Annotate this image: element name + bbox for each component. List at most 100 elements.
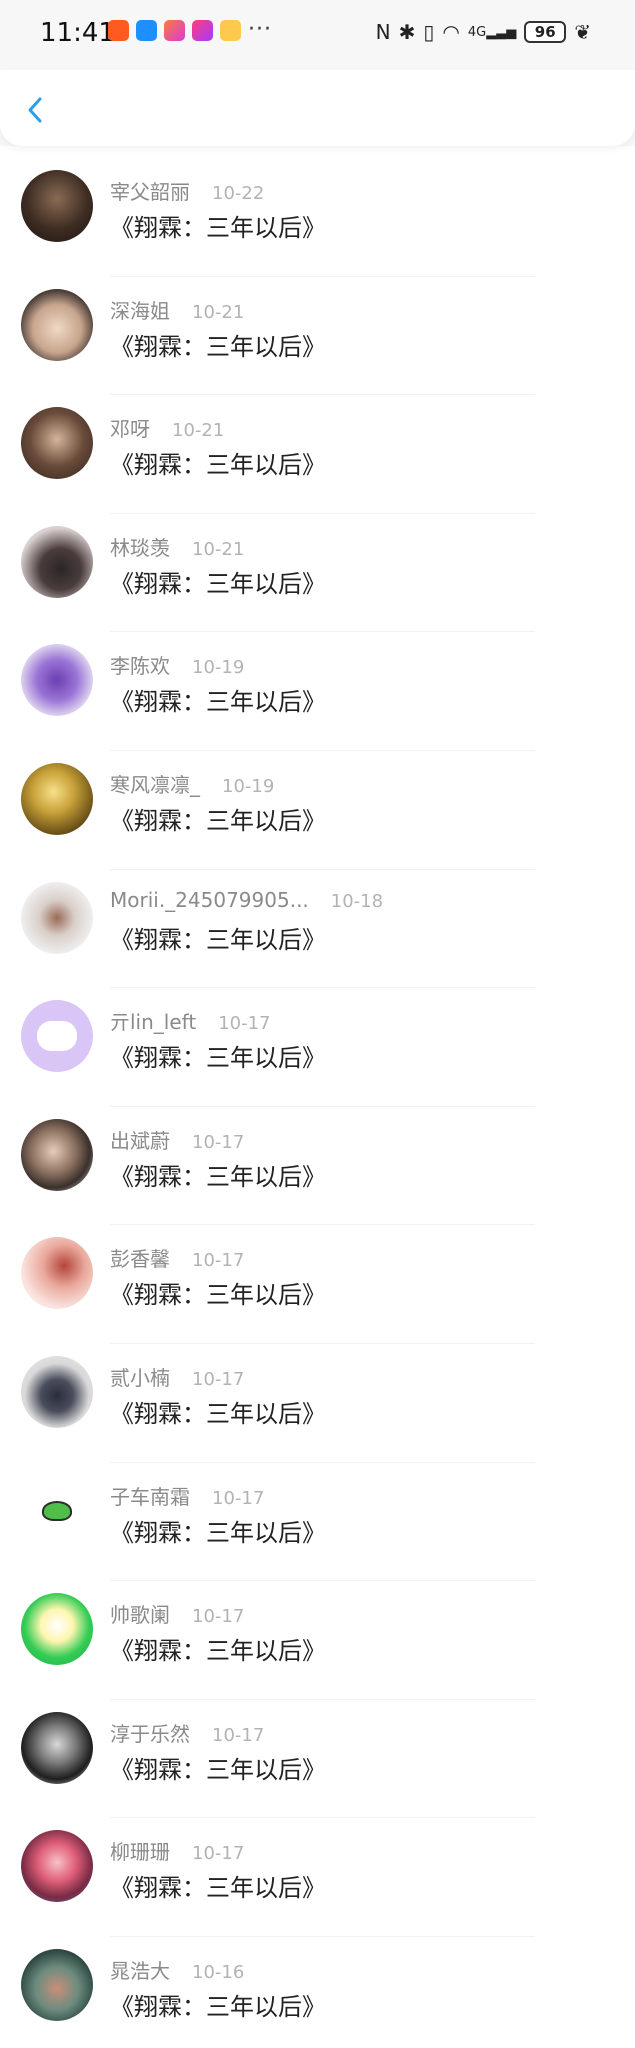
- list-item[interactable]: 帅歌阑 10-17 《翔霖：三年以后》: [0, 1581, 635, 1700]
- item-title[interactable]: 《翔霖：三年以后》: [110, 564, 326, 599]
- nfc-icon: N: [375, 20, 391, 44]
- item-title[interactable]: 《翔霖：三年以后》: [110, 1394, 326, 1429]
- taobao-icon: [108, 20, 129, 41]
- avatar[interactable]: [21, 525, 93, 598]
- avatar[interactable]: [21, 1355, 93, 1428]
- game-icon-2: [192, 20, 213, 41]
- list-item[interactable]: 出斌蔚 10-17 《翔霖：三年以后》: [0, 1107, 635, 1226]
- avatar[interactable]: [21, 170, 93, 242]
- item-title[interactable]: 《翔霖：三年以后》: [110, 208, 326, 243]
- item-title[interactable]: 《翔霖：三年以后》: [110, 920, 326, 955]
- post-date: 10-17: [192, 1843, 245, 1865]
- game-icon: [164, 20, 185, 41]
- list-item[interactable]: 亓lin_left 10-17 《翔霖：三年以后》: [0, 988, 635, 1107]
- list-item[interactable]: 林琰羡 10-21 《翔霖：三年以后》: [0, 514, 635, 633]
- avatar[interactable]: [21, 1948, 93, 2021]
- user-name[interactable]: 帅歌阑: [110, 1599, 170, 1628]
- chat-bubble-icon: [37, 1021, 77, 1052]
- notification-icons: [108, 20, 241, 41]
- list-item[interactable]: 柳珊珊 10-17 《翔霖：三年以后》: [0, 1818, 635, 1937]
- item-title[interactable]: 《翔霖：三年以后》: [110, 1157, 326, 1192]
- user-name[interactable]: 淳于乐然: [110, 1718, 190, 1747]
- item-title[interactable]: 《翔霖：三年以后》: [110, 1038, 326, 1073]
- item-title[interactable]: 《翔霖：三年以后》: [110, 1275, 326, 1310]
- item-title[interactable]: 《翔霖：三年以后》: [110, 1513, 326, 1548]
- vibrate-icon: ▯: [423, 20, 435, 44]
- post-date: 10-17: [192, 1368, 245, 1390]
- list-item[interactable]: 宰父韶丽 10-22 《翔霖：三年以后》: [0, 158, 635, 277]
- post-date: 10-19: [222, 775, 275, 797]
- avatar[interactable]: [21, 1474, 93, 1547]
- user-name[interactable]: 林琰羡: [110, 532, 170, 561]
- post-date: 10-17: [218, 1013, 271, 1035]
- post-date: 10-21: [192, 538, 245, 560]
- avatar[interactable]: [21, 288, 93, 361]
- turtle-icon: [42, 1500, 72, 1521]
- list-item[interactable]: 李陈欢 10-19 《翔霖：三年以后》: [0, 632, 635, 751]
- avatar[interactable]: [21, 1118, 93, 1191]
- post-date: 10-17: [192, 1606, 245, 1628]
- status-bar: 11:41 ··· N ✱ ▯ ◠ 4G▂▃▅ 96 ❦: [0, 0, 635, 70]
- user-name[interactable]: 亓lin_left: [110, 1006, 196, 1035]
- wifi-icon: ◠: [442, 20, 460, 44]
- avatar[interactable]: [21, 1237, 93, 1310]
- top-bar: [0, 70, 635, 146]
- avatar[interactable]: [21, 1830, 93, 1903]
- avatar[interactable]: [21, 1711, 93, 1784]
- top-bar-card: [0, 70, 635, 146]
- list-item[interactable]: 深海姐 10-21 《翔霖：三年以后》: [0, 277, 635, 396]
- list-item[interactable]: 贰小楠 10-17 《翔霖：三年以后》: [0, 1344, 635, 1463]
- back-button[interactable]: [18, 92, 54, 128]
- more-notifications-icon: ···: [248, 17, 272, 42]
- post-date: 10-17: [212, 1487, 265, 1509]
- comment-list: 宰父韶丽 10-22 《翔霖：三年以后》 深海姐 10-21 《翔霖：三年以后》 邓…: [0, 158, 635, 2048]
- item-title[interactable]: 《翔霖：三年以后》: [110, 1750, 326, 1785]
- post-date: 10-17: [212, 1724, 265, 1746]
- post-date: 10-17: [192, 1131, 245, 1153]
- app-icon-5: [220, 20, 241, 41]
- battery-icon: 96: [524, 21, 567, 43]
- item-title[interactable]: 《翔霖：三年以后》: [110, 327, 326, 362]
- avatar[interactable]: [21, 762, 93, 835]
- item-title[interactable]: 《翔霖：三年以后》: [110, 801, 326, 836]
- user-name[interactable]: Morii._245079905...: [110, 888, 309, 912]
- avatar[interactable]: [21, 644, 93, 717]
- status-time: 11:41: [40, 18, 115, 48]
- user-name[interactable]: 邓呀: [110, 413, 150, 442]
- list-item[interactable]: 晁浩大 10-16 《翔霖：三年以后》: [0, 1937, 635, 2048]
- item-title[interactable]: 《翔霖：三年以后》: [110, 445, 326, 480]
- post-date: 10-18: [330, 890, 384, 912]
- user-name[interactable]: 宰父韶丽: [110, 176, 190, 205]
- user-name[interactable]: 柳珊珊: [110, 1836, 170, 1865]
- list-item[interactable]: Morii._245079905... 10-18 《翔霖：三年以后》: [0, 870, 635, 989]
- bluetooth-icon: ✱: [398, 20, 416, 44]
- list-item[interactable]: 彭香馨 10-17 《翔霖：三年以后》: [0, 1225, 635, 1344]
- cloud-icon: [136, 20, 157, 41]
- user-name[interactable]: 贰小楠: [110, 1362, 170, 1391]
- signal-icon: 4G▂▃▅: [467, 24, 517, 40]
- user-name[interactable]: 子车南霜: [110, 1481, 190, 1510]
- leaf-icon: ❦: [574, 20, 591, 44]
- post-date: 10-21: [172, 420, 225, 442]
- user-name[interactable]: 彭香馨: [110, 1243, 170, 1272]
- user-name[interactable]: 李陈欢: [110, 650, 170, 679]
- user-name[interactable]: 寒风凛凛_: [110, 769, 200, 798]
- list-item[interactable]: 寒风凛凛_ 10-19 《翔霖：三年以后》: [0, 751, 635, 870]
- item-title[interactable]: 《翔霖：三年以后》: [110, 682, 326, 717]
- item-title[interactable]: 《翔霖：三年以后》: [110, 1631, 326, 1666]
- list-item[interactable]: 淳于乐然 10-17 《翔霖：三年以后》: [0, 1700, 635, 1819]
- user-name[interactable]: 晁浩大: [110, 1955, 170, 1984]
- avatar[interactable]: [21, 1000, 93, 1073]
- avatar[interactable]: [21, 1593, 93, 1666]
- chevron-left-icon: [28, 97, 42, 123]
- post-date: 10-16: [192, 1961, 245, 1983]
- user-name[interactable]: 深海姐: [110, 295, 170, 324]
- post-date: 10-17: [192, 1250, 245, 1272]
- avatar[interactable]: [21, 881, 93, 954]
- item-title[interactable]: 《翔霖：三年以后》: [110, 1987, 326, 2022]
- item-title[interactable]: 《翔霖：三年以后》: [110, 1868, 326, 1903]
- user-name[interactable]: 出斌蔚: [110, 1125, 170, 1154]
- list-item[interactable]: 邓呀 10-21 《翔霖：三年以后》: [0, 395, 635, 514]
- avatar[interactable]: [21, 407, 93, 480]
- list-item[interactable]: 子车南霜 10-17 《翔霖：三年以后》: [0, 1463, 635, 1582]
